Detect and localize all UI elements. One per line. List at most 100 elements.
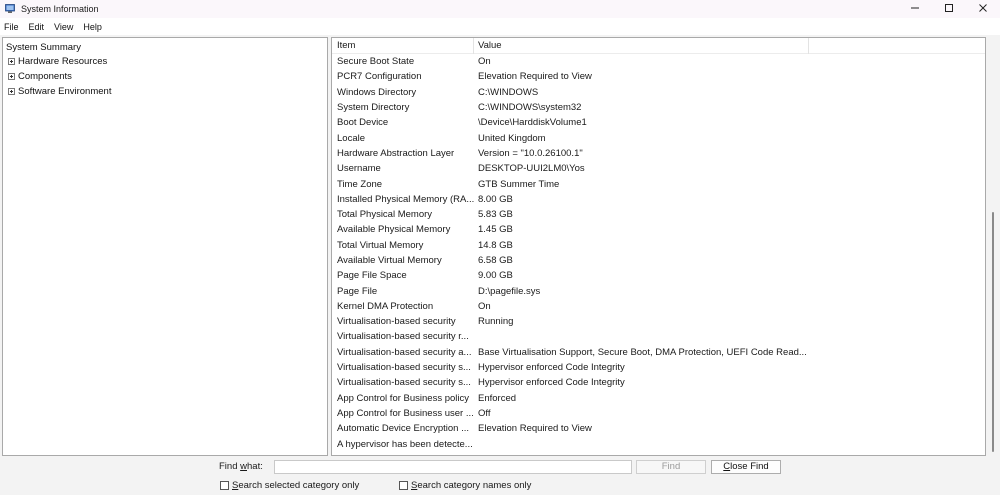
table-row[interactable]: Locale United Kingdom: [332, 130, 985, 145]
table-row[interactable]: App Control for Business user ... Off: [332, 406, 985, 421]
search-selected-category-checkbox[interactable]: Search selected category only: [220, 480, 359, 491]
system-information-icon: [5, 4, 15, 14]
table-row[interactable]: Virtualisation-based security r...: [332, 329, 985, 344]
column-header-value[interactable]: Value: [474, 38, 809, 54]
close-find-button[interactable]: Close Find: [711, 460, 781, 474]
row-item-cell: Total Virtual Memory: [337, 239, 424, 251]
table-row[interactable]: Available Physical Memory 1.45 GB: [332, 222, 985, 237]
find-what-input[interactable]: [274, 460, 632, 474]
find-bar: Find what: Find Close Find Search select…: [0, 457, 1000, 495]
tree-item-hardware-resources[interactable]: Hardware Resources: [3, 55, 327, 70]
tree-item-software-environment[interactable]: Software Environment: [3, 84, 327, 99]
row-value-cell: C:\WINDOWS: [478, 86, 539, 98]
checkbox-label: Search selected category only: [232, 480, 360, 491]
row-value-cell: Hypervisor enforced Code Integrity: [478, 377, 625, 389]
row-item-cell: Total Physical Memory: [337, 209, 433, 221]
table-row[interactable]: Boot Device \Device\HarddiskVolume1: [332, 115, 985, 130]
table-row[interactable]: Secure Boot State On: [332, 54, 985, 69]
tree-item-label: Components: [18, 70, 72, 82]
table-row[interactable]: System Directory C:\WINDOWS\system32: [332, 100, 985, 115]
table-row[interactable]: Total Physical Memory 5.83 GB: [332, 207, 985, 222]
table-row[interactable]: PCR7 Configuration Elevation Required to …: [332, 69, 985, 84]
row-value-cell: Hypervisor enforced Code Integrity: [478, 362, 625, 374]
list-rows: Secure Boot State On PCR7 Configuration Ele…: [332, 54, 985, 452]
row-value-cell: On: [478, 300, 491, 312]
row-item-cell: Secure Boot State: [337, 56, 415, 68]
table-row[interactable]: Kernel DMA Protection On: [332, 299, 985, 314]
row-item-cell: Available Virtual Memory: [337, 255, 442, 266]
scrollbar-thumb[interactable]: [992, 212, 994, 452]
menu-view[interactable]: View: [54, 22, 78, 32]
search-category-names-checkbox[interactable]: Search category names only: [399, 480, 531, 491]
close-icon: [978, 3, 988, 16]
table-row[interactable]: Windows Directory C:\WINDOWS: [332, 85, 985, 100]
row-item-cell: Kernel DMA Protection: [337, 300, 434, 312]
row-value-cell: DESKTOP-UUI2LM0\Yos: [478, 163, 585, 175]
row-item-cell: A hypervisor has been detecte...: [337, 438, 473, 450]
row-item-cell: Hardware Abstraction Layer: [337, 147, 455, 159]
row-value-cell: Base Virtualisation Support, Secure Boot…: [478, 346, 807, 358]
tree-item-components[interactable]: Components: [3, 69, 327, 84]
minimize-button[interactable]: [898, 0, 932, 18]
menu-edit[interactable]: Edit: [29, 22, 50, 32]
table-row[interactable]: Virtualisation-based security a... Base V…: [332, 345, 985, 360]
expand-icon[interactable]: [8, 58, 15, 66]
title-bar[interactable]: System Information: [0, 0, 1000, 18]
column-header-item[interactable]: Item: [332, 38, 474, 54]
table-row[interactable]: A hypervisor has been detecte...: [332, 436, 985, 451]
expand-icon[interactable]: [8, 87, 15, 95]
vertical-scrollbar[interactable]: [987, 37, 998, 456]
row-item-cell: Virtualisation-based security s...: [337, 362, 471, 374]
row-value-cell: Version = "10.0.26100.1": [478, 147, 583, 159]
row-value-cell: Off: [478, 407, 491, 419]
row-item-cell: PCR7 Configuration: [337, 71, 422, 83]
row-value-cell: Elevation Required to View: [478, 71, 592, 83]
row-value-cell: 6.58 GB: [478, 255, 513, 266]
details-list[interactable]: Item Value Secure Boot State On PCR7 Confi…: [331, 37, 986, 456]
table-row[interactable]: Available Virtual Memory 6.58 GB: [332, 253, 985, 268]
table-row[interactable]: App Control for Business policy Enforced: [332, 391, 985, 406]
table-row[interactable]: Installed Physical Memory (RA... 8.00 GB: [332, 192, 985, 207]
row-item-cell: Virtualisation-based security: [337, 316, 456, 328]
window-title: System Information: [21, 4, 99, 14]
table-row[interactable]: Page File Space 9.00 GB: [332, 268, 985, 283]
row-item-cell: Time Zone: [337, 178, 383, 190]
table-row[interactable]: Virtualisation-based security Running: [332, 314, 985, 329]
table-row[interactable]: Page File D:\pagefile.sys: [332, 283, 985, 298]
table-row[interactable]: Username DESKTOP-UUI2LM0\Yos: [332, 161, 985, 176]
tree-item-label: System Summary: [6, 41, 81, 53]
table-row[interactable]: Hardware Abstraction Layer Version = "10.…: [332, 146, 985, 161]
table-row[interactable]: Total Virtual Memory 14.8 GB: [332, 238, 985, 253]
row-item-cell: Windows Directory: [337, 86, 417, 98]
table-row[interactable]: Time Zone GTB Summer Time: [332, 176, 985, 191]
table-row[interactable]: Virtualisation-based security s... Hyperv…: [332, 375, 985, 390]
expand-icon[interactable]: [8, 72, 15, 80]
row-item-cell: Virtualisation-based security s...: [337, 377, 471, 389]
row-item-cell: Username: [337, 163, 381, 175]
row-value-cell: D:\pagefile.sys: [478, 285, 541, 297]
table-row[interactable]: Automatic Device Encryption ... Elevation…: [332, 421, 985, 436]
checkbox-icon[interactable]: [220, 481, 229, 490]
category-tree[interactable]: System Summary Hardware Resources Compon…: [2, 37, 328, 456]
row-value-cell: GTB Summer Time: [478, 178, 560, 190]
row-value-cell: \Device\HarddiskVolume1: [478, 117, 587, 129]
checkbox-label: Search category names only: [411, 480, 532, 491]
row-item-cell: Installed Physical Memory (RA...: [337, 193, 474, 205]
close-button[interactable]: [966, 0, 1000, 18]
tree-item-system-summary[interactable]: System Summary: [3, 40, 327, 55]
row-item-cell: Page File: [337, 285, 378, 297]
checkbox-icon[interactable]: [399, 481, 408, 490]
maximize-button[interactable]: [932, 0, 966, 18]
menu-file[interactable]: File: [4, 22, 24, 32]
menu-help[interactable]: Help: [83, 22, 107, 32]
row-value-cell: C:\WINDOWS\system32: [478, 102, 582, 114]
row-value-cell: 8.00 GB: [478, 193, 513, 205]
table-row[interactable]: Virtualisation-based security s... Hyperv…: [332, 360, 985, 375]
find-button[interactable]: Find: [636, 460, 706, 474]
tree-item-label: Hardware Resources: [18, 56, 108, 68]
row-item-cell: App Control for Business user ...: [337, 407, 474, 419]
row-value-cell: 9.00 GB: [478, 270, 513, 282]
tree-item-label: Software Environment: [18, 85, 112, 97]
row-value-cell: Enforced: [478, 392, 517, 404]
minimize-icon: [910, 3, 920, 16]
